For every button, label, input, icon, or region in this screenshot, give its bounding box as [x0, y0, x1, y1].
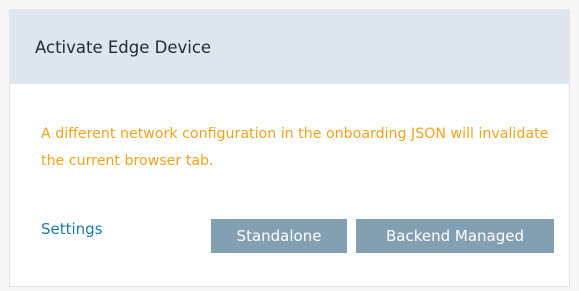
- settings-link[interactable]: Settings: [41, 220, 103, 238]
- dialog-header: Activate Edge Device: [10, 10, 569, 84]
- network-warning-message: A different network configuration in the…: [41, 126, 549, 169]
- backend-managed-button[interactable]: Backend Managed: [356, 219, 554, 253]
- activate-edge-device-dialog: Activate Edge Device A different network…: [9, 9, 570, 287]
- dialog-title: Activate Edge Device: [35, 37, 212, 57]
- standalone-button[interactable]: Standalone: [211, 219, 347, 253]
